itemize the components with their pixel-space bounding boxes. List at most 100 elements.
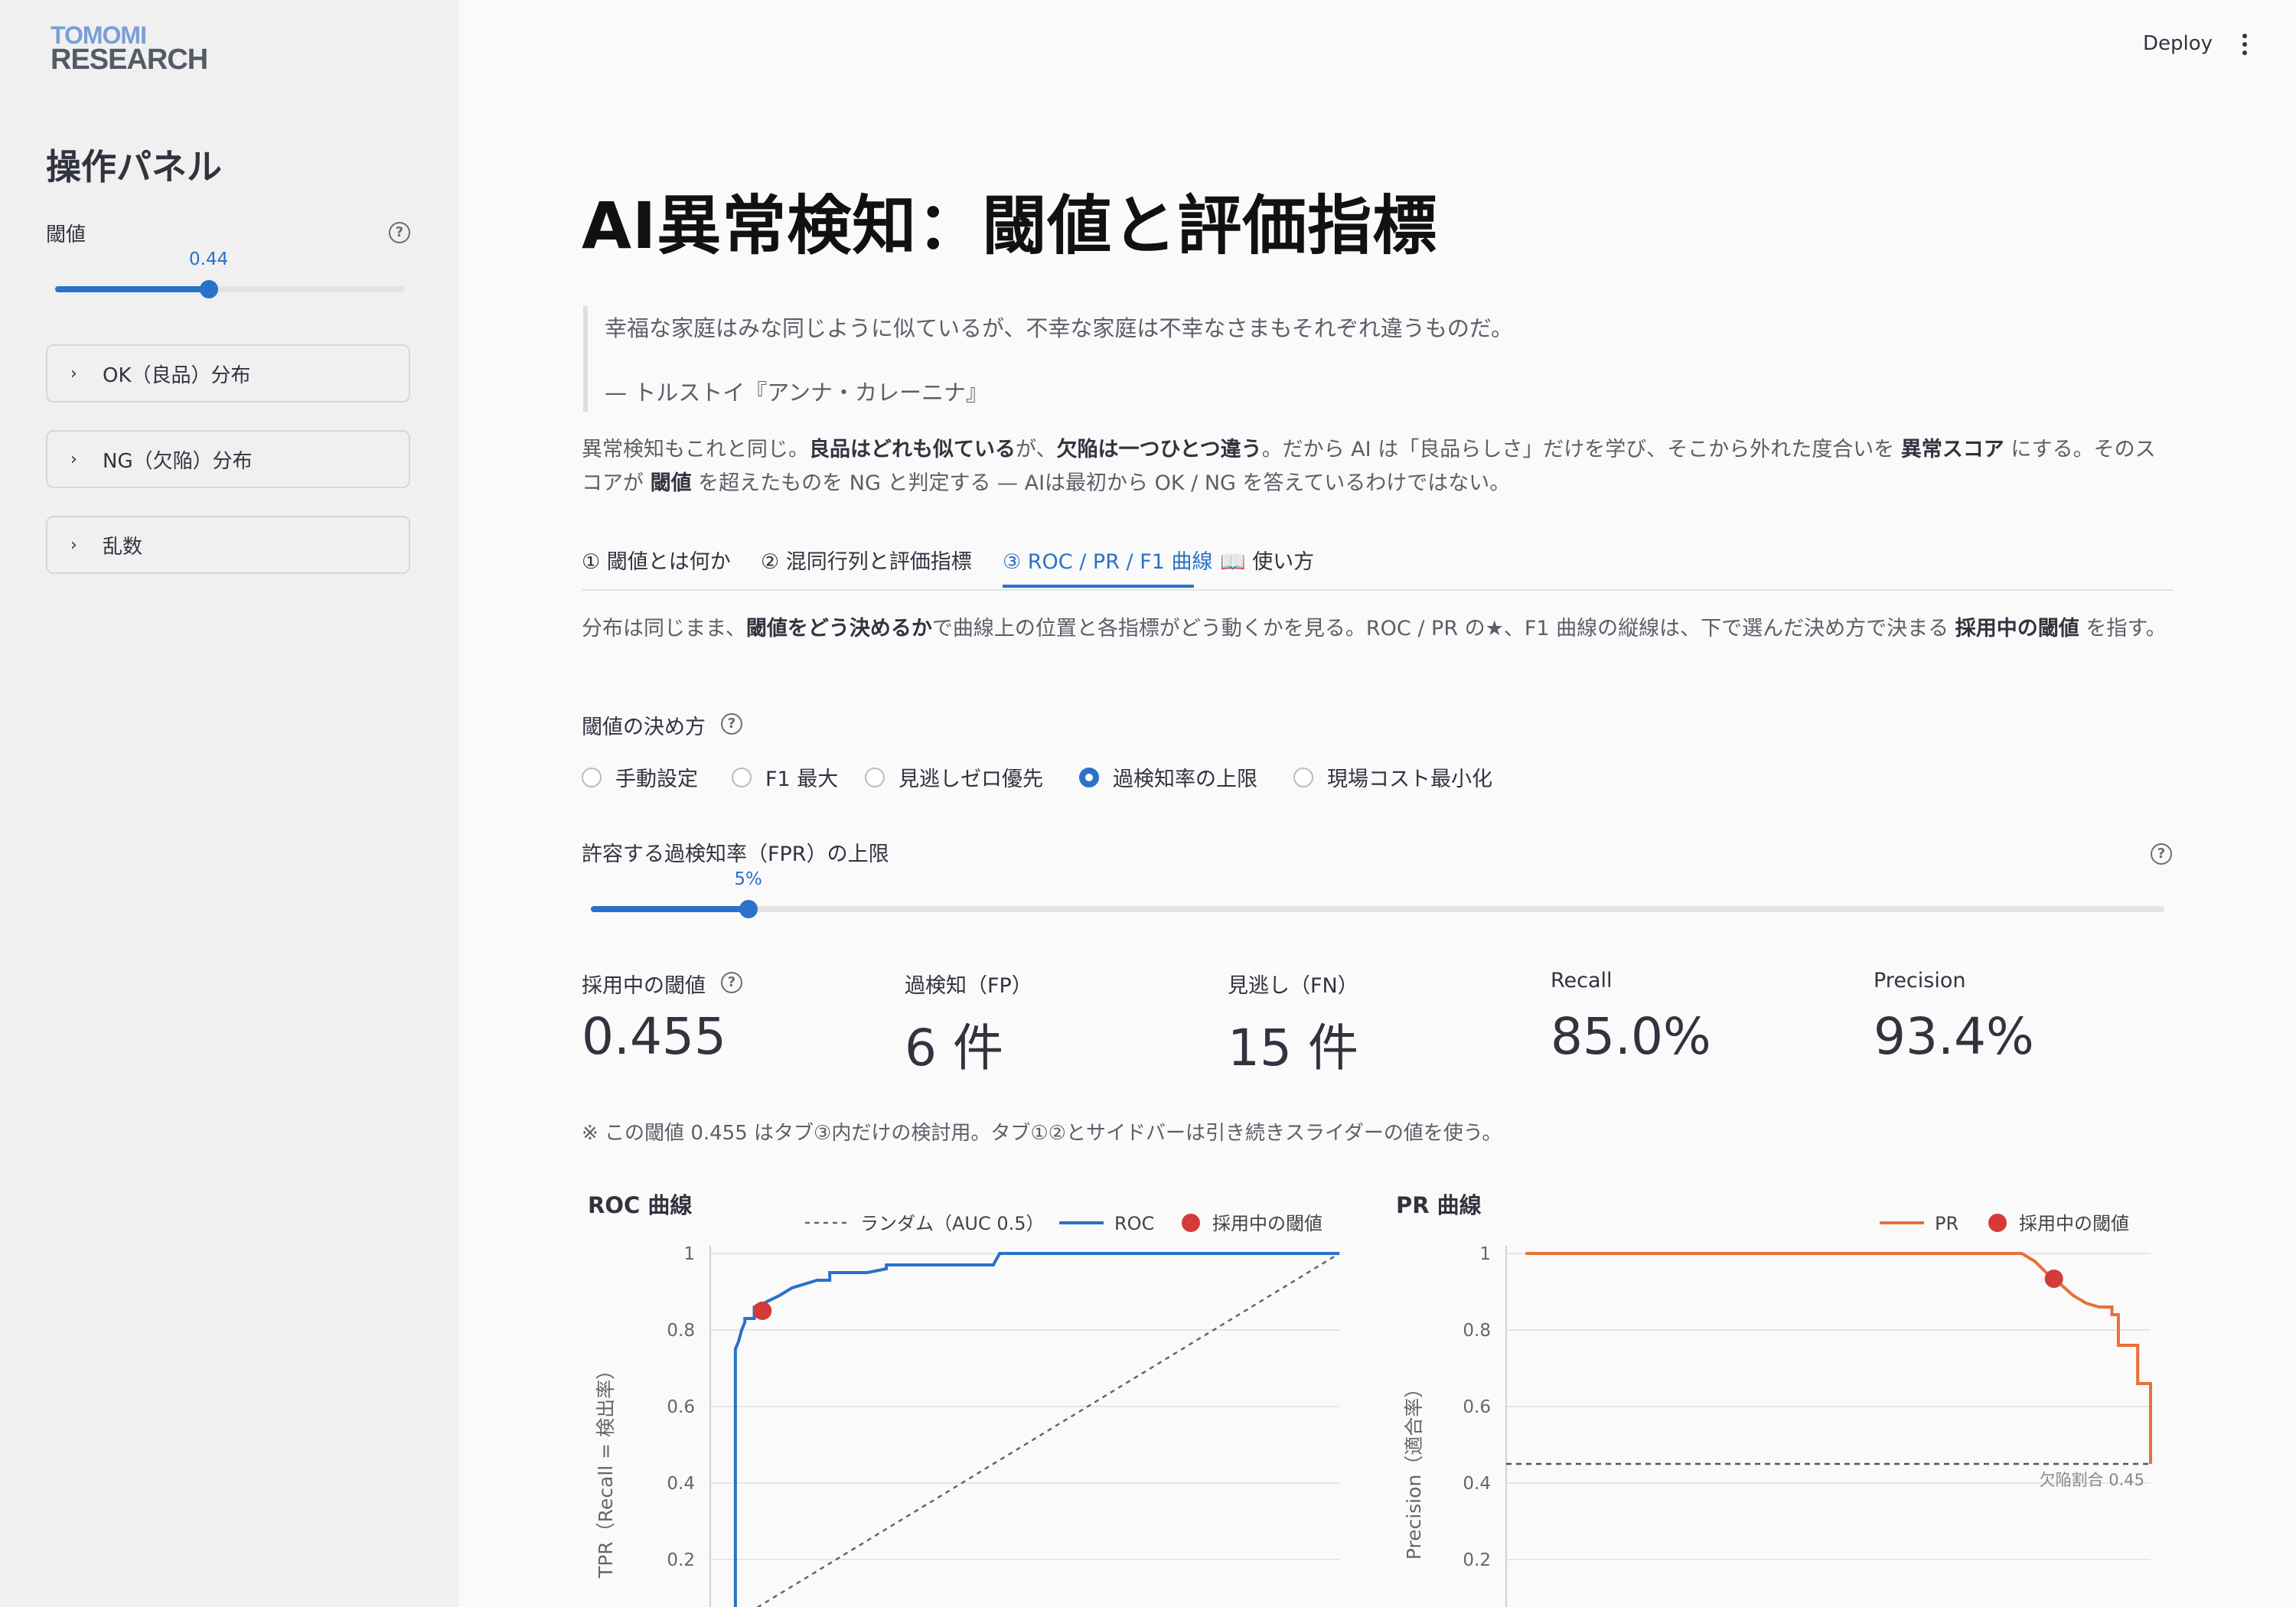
radio-cost-min[interactable]: 現場コスト最小化 bbox=[1293, 762, 1492, 792]
legend-label: 採用中の閾値 bbox=[1212, 1213, 1322, 1234]
intro-text: が、 bbox=[1016, 438, 1057, 461]
fpr-slider-thumb[interactable] bbox=[739, 900, 758, 918]
legend-point-swatch bbox=[1182, 1214, 1200, 1232]
fpr-slider[interactable] bbox=[591, 900, 2164, 918]
method-help-icon[interactable]: ? bbox=[721, 713, 742, 735]
y-axis-label: Precision（適合率） bbox=[1403, 1379, 1425, 1560]
radio-circle-selected bbox=[1079, 767, 1099, 787]
intro-text: を超えたものを NG と判定する — AIは最初から OK / NG を答えてい… bbox=[691, 471, 1511, 495]
metric-threshold-help-icon[interactable]: ? bbox=[721, 972, 742, 993]
radio-label: 見逃しゼロ優先 bbox=[899, 768, 1043, 791]
radio-circle bbox=[1293, 767, 1313, 787]
pr-chart: 0.2 0.4 0.6 0.8 1 Precision（適合率） 欠陥割合 0.45 PR 採用… bbox=[1403, 1213, 2152, 1607]
metric-threshold-value: 0.455 bbox=[582, 1007, 726, 1066]
y-tick-label: 0.6 bbox=[1463, 1397, 1491, 1417]
tab-roc-pr-f1[interactable]: ③ ROC / PR / F1 曲線 bbox=[1003, 545, 1213, 575]
y-tick-label: 0.8 bbox=[1463, 1321, 1491, 1341]
intro-text: 異常検知もこれと同じ。 bbox=[582, 438, 809, 461]
baseline-label: 欠陥割合 0.45 bbox=[2040, 1471, 2144, 1489]
fpr-help-icon[interactable]: ? bbox=[2151, 843, 2172, 865]
y-tick-label: 1 bbox=[1479, 1244, 1491, 1264]
intro-bold: 良品はどれも似ている bbox=[809, 438, 1016, 461]
main-menu-icon[interactable] bbox=[2242, 34, 2247, 59]
metric-precision-label: Precision bbox=[1874, 969, 1966, 993]
radio-label: 現場コスト最小化 bbox=[1327, 768, 1492, 791]
threshold-slider-value: 0.44 bbox=[189, 249, 229, 269]
y-tick-label: 0.4 bbox=[1463, 1474, 1491, 1494]
metric-fp-value: 6 件 bbox=[905, 1019, 1003, 1077]
quote-text: 幸福な家庭はみな同じように似ているが、不幸な家庭は不幸なさまもそれぞれ違うものだ… bbox=[605, 315, 1513, 341]
expander-random[interactable]: › 乱数 bbox=[46, 516, 410, 574]
tab-confusion-matrix[interactable]: ② 混同行列と評価指標 bbox=[761, 545, 972, 575]
tab-threshold-basics[interactable]: ① 閾値とは何か bbox=[582, 545, 731, 575]
legend-label: PR bbox=[1935, 1213, 1958, 1234]
tab-desc-text: 分布は同じまま、 bbox=[582, 617, 746, 641]
quote-source: — トルストイ『アンナ・カレーニナ』 bbox=[605, 380, 989, 406]
intro-bold: 欠陥は一つひとつ違う bbox=[1056, 438, 1262, 461]
threshold-slider-thumb[interactable] bbox=[199, 280, 218, 298]
metric-recall-label: Recall bbox=[1551, 969, 1613, 993]
sidebar: TOMOMI RESEARCH 操作パネル 閾値 ? 0.44 › OK（良品）… bbox=[0, 0, 459, 1607]
radio-f1-max[interactable]: F1 最大 bbox=[732, 762, 838, 792]
fpr-label: 許容する過検知率（FPR）の上限 bbox=[582, 843, 889, 866]
quote-bar bbox=[583, 306, 588, 412]
random-baseline-line bbox=[756, 1252, 1340, 1607]
tab-description: 分布は同じまま、閾値をどう決めるかで曲線上の位置と各指標がどう動くかを見る。RO… bbox=[582, 612, 2174, 646]
radio-circle bbox=[732, 767, 752, 787]
logo-line2: RESEARCH bbox=[51, 44, 208, 76]
radio-manual[interactable]: 手動設定 bbox=[582, 762, 698, 792]
metric-precision-value: 93.4% bbox=[1874, 1007, 2034, 1066]
legend-label: ランダム（AUC 0.5） bbox=[860, 1213, 1045, 1234]
tab-desc-bold: 採用中の閾値 bbox=[1955, 617, 2079, 641]
page-title: AI異常検知：閾値と評価指標 bbox=[582, 188, 1438, 263]
tab-how-to-use[interactable]: 📖 使い方 bbox=[1220, 545, 1314, 575]
threshold-help-icon[interactable]: ? bbox=[389, 222, 410, 243]
metric-recall-value: 85.0% bbox=[1551, 1007, 1711, 1066]
sidebar-title: 操作パネル bbox=[46, 146, 222, 187]
metric-threshold-label: 採用中の閾値 bbox=[582, 974, 706, 998]
expander-label: OK（良品）分布 bbox=[103, 363, 251, 387]
y-tick-label: 0.2 bbox=[667, 1550, 695, 1570]
logo: TOMOMI RESEARCH bbox=[51, 23, 208, 76]
expander-label: 乱数 bbox=[103, 535, 143, 559]
tab-desc-text: を指す。 bbox=[2079, 617, 2167, 641]
radio-circle bbox=[865, 767, 885, 787]
threshold-point bbox=[2044, 1270, 2063, 1288]
y-tick-label: 0.4 bbox=[667, 1474, 695, 1494]
y-tick-label: 0.6 bbox=[667, 1397, 695, 1417]
radio-label: F1 最大 bbox=[765, 768, 839, 791]
threshold-slider-fill bbox=[55, 286, 209, 292]
expander-ng-distribution[interactable]: › NG（欠陥）分布 bbox=[46, 430, 410, 488]
y-tick-label: 1 bbox=[683, 1244, 695, 1264]
intro-bold: 異常スコア bbox=[1900, 438, 2004, 461]
active-tab-indicator bbox=[1003, 585, 1194, 588]
tab-bar: ① 閾値とは何か ② 混同行列と評価指標 ③ ROC / PR / F1 曲線 … bbox=[582, 542, 2174, 591]
y-tick-label: 0.2 bbox=[1463, 1550, 1491, 1570]
y-tick-label: 0.8 bbox=[667, 1321, 695, 1341]
y-axis-label: TPR（Recall = 検出率） bbox=[595, 1361, 617, 1579]
fpr-slider-value: 5% bbox=[734, 869, 762, 889]
radio-zero-miss[interactable]: 見逃しゼロ優先 bbox=[865, 762, 1043, 792]
radio-fpr-limit[interactable]: 過検知率の上限 bbox=[1079, 762, 1257, 792]
tab-desc-text: で曲線上の位置と各指標がどう動くかを見る。ROC / PR の★、F1 曲線の縦… bbox=[931, 617, 1955, 641]
method-label: 閾値の決め方 bbox=[582, 715, 706, 739]
threshold-point bbox=[753, 1302, 772, 1320]
radio-label: 過検知率の上限 bbox=[1113, 768, 1257, 791]
threshold-slider[interactable] bbox=[55, 280, 404, 298]
series-line bbox=[733, 1252, 1339, 1607]
chevron-right-icon: › bbox=[70, 535, 77, 555]
threshold-note: ※ この閾値 0.455 はタブ③内だけの検討用。タブ①②とサイドバーは引き続き… bbox=[582, 1122, 1502, 1145]
tab-desc-bold: 閾値をどう決めるか bbox=[745, 617, 932, 641]
legend-label: 採用中の閾値 bbox=[2019, 1213, 2129, 1234]
intro-bold: 閾値 bbox=[650, 471, 692, 495]
chevron-right-icon: › bbox=[70, 449, 77, 469]
metric-fn-label: 見逃し（FN） bbox=[1228, 974, 1358, 998]
radio-circle bbox=[582, 767, 602, 787]
deploy-button[interactable]: Deploy bbox=[2143, 32, 2213, 55]
chevron-right-icon: › bbox=[70, 363, 77, 383]
expander-ok-distribution[interactable]: › OK（良品）分布 bbox=[46, 344, 410, 403]
fpr-slider-fill bbox=[591, 906, 748, 912]
intro-text: 。だから AI は「良品らしさ」だけを学び、そこから外れた度合いを bbox=[1261, 438, 1901, 461]
legend-label: ROC bbox=[1114, 1213, 1154, 1234]
metric-fp-label: 過検知（FP） bbox=[905, 974, 1032, 998]
